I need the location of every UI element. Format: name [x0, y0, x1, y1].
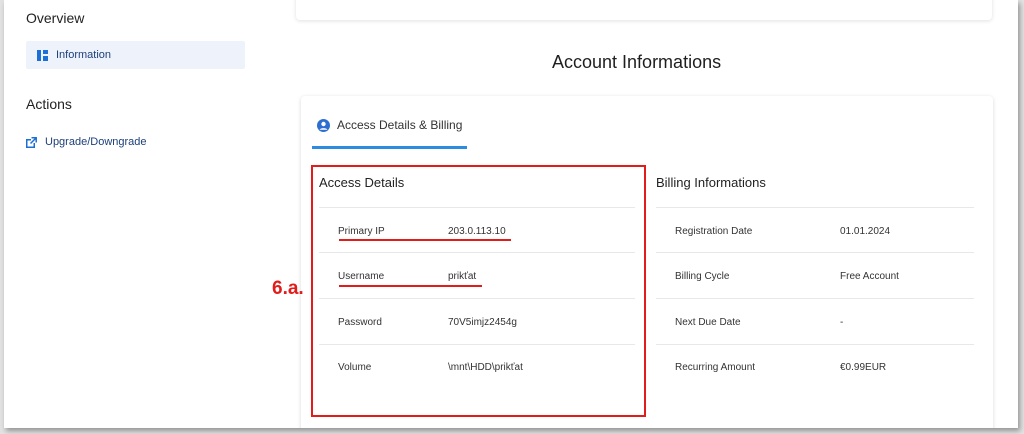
top-card [296, 0, 992, 20]
actions-heading: Actions [26, 96, 72, 112]
sidebar-item-upgrade-downgrade[interactable]: Upgrade/Downgrade [26, 134, 147, 150]
annotation-underline-username [339, 285, 482, 287]
sidebar-item-information[interactable]: Information [26, 41, 245, 69]
billing-cycle-value: Free Account [840, 271, 899, 282]
external-link-icon [26, 136, 37, 148]
recurring-amount-value: €0.99EUR [840, 362, 887, 373]
divider [656, 344, 974, 345]
next-due-date-label: Next Due Date [675, 317, 741, 328]
active-tab-indicator [312, 146, 467, 149]
user-circle-icon [317, 118, 330, 132]
divider [656, 298, 974, 299]
tab-label: Access Details & Billing [337, 118, 463, 132]
divider [656, 207, 974, 208]
overview-heading: Overview [26, 10, 85, 26]
tab-access-details-billing[interactable]: Access Details & Billing [317, 118, 462, 132]
divider [656, 252, 974, 253]
billing-cycle-label: Billing Cycle [675, 271, 730, 282]
recurring-amount-label: Recurring Amount [675, 362, 756, 373]
annotation-underline-primary-ip [339, 239, 511, 241]
annotation-highlight-box [311, 165, 646, 417]
sidebar-item-label: Information [56, 49, 112, 61]
registration-date-value: 01.01.2024 [840, 226, 891, 237]
page-title: Account Informations [552, 52, 722, 72]
annotation-step-label: 6.a. [272, 278, 304, 299]
sidebar-item-label: Upgrade/Downgrade [45, 136, 147, 148]
info-grid-icon [37, 49, 48, 61]
registration-date-label: Registration Date [675, 226, 753, 237]
next-due-date-value: - [840, 317, 844, 328]
app-window: Overview Information Actions Upgrade/Dow… [4, 0, 1018, 428]
billing-informations-title: Billing Informations [656, 175, 766, 190]
